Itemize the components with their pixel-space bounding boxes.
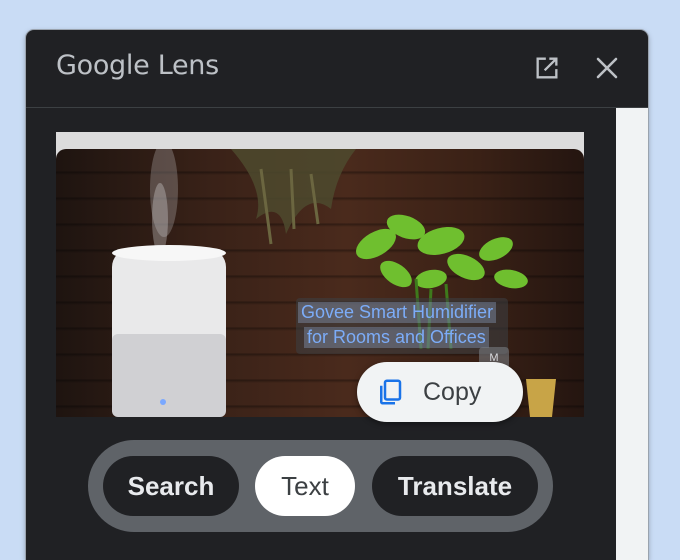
- lens-panel: Google Lens Govee Smart Humidifier for R…: [26, 30, 648, 560]
- copy-icon: [375, 377, 405, 407]
- mode-selector: Search Text Translate: [88, 440, 553, 532]
- open-in-new-button[interactable]: [531, 52, 563, 84]
- open-in-new-icon: [536, 57, 558, 79]
- copy-button[interactable]: Copy: [357, 362, 523, 422]
- detected-text-line-2[interactable]: for Rooms and Offices: [304, 327, 489, 348]
- search-mode-button[interactable]: Search: [103, 456, 239, 516]
- panel-title: Google Lens: [56, 50, 219, 81]
- close-icon: [596, 57, 618, 79]
- translate-mode-button[interactable]: Translate: [372, 456, 538, 516]
- detected-text-line-1[interactable]: Govee Smart Humidifier: [298, 302, 497, 323]
- copy-label: Copy: [423, 377, 482, 406]
- close-button[interactable]: [591, 52, 623, 84]
- lens-header: Google Lens: [26, 30, 648, 108]
- text-mode-button[interactable]: Text: [255, 456, 355, 516]
- scrollbar[interactable]: [616, 108, 648, 560]
